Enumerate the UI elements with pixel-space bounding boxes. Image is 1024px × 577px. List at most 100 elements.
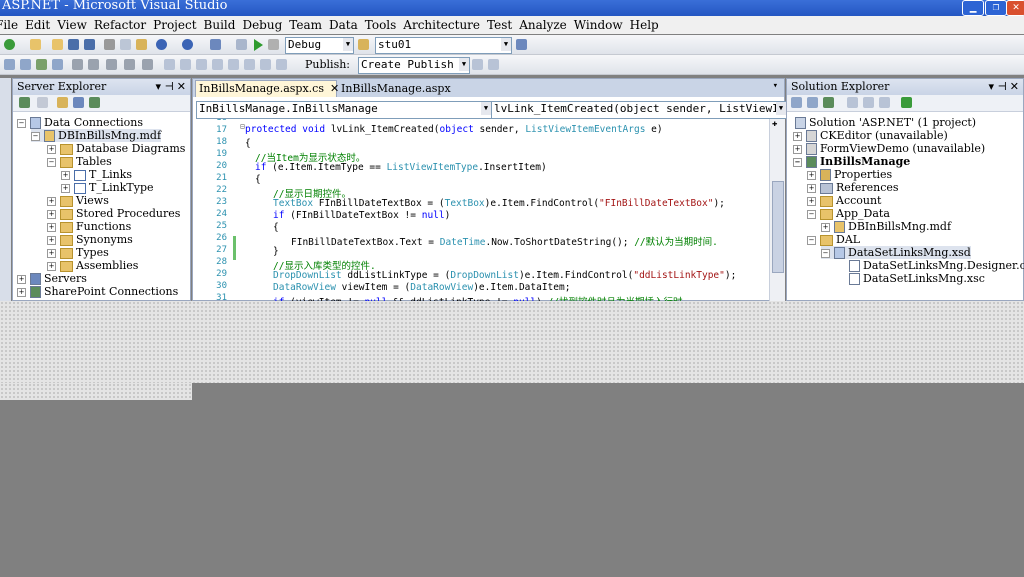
- tree-node[interactable]: − App_Data: [807, 207, 890, 220]
- outdent-icon[interactable]: [88, 59, 99, 70]
- collapse-icon[interactable]: −: [793, 157, 802, 167]
- menu-architecture[interactable]: Architecture: [403, 18, 480, 32]
- tab-dropdown-icon[interactable]: ▾: [773, 81, 778, 91]
- menu-refactor[interactable]: Refactor: [94, 18, 146, 32]
- undo-icon[interactable]: [156, 39, 167, 50]
- menu-build[interactable]: Build: [204, 18, 236, 32]
- copy-icon[interactable]: [120, 39, 131, 50]
- sharepoint-icon[interactable]: [89, 97, 100, 108]
- menu-test[interactable]: Test: [487, 18, 512, 32]
- find-combo[interactable]: stu01 ▼: [375, 37, 512, 54]
- pin-icon[interactable]: ▾ ⊣: [989, 79, 1007, 95]
- publish-settings-icon[interactable]: [488, 59, 499, 70]
- class-select[interactable]: InBillsManage.InBillsManage ▼: [196, 101, 492, 119]
- expand-icon[interactable]: +: [17, 287, 26, 297]
- expand-icon[interactable]: +: [17, 274, 26, 284]
- menu-view[interactable]: View: [57, 18, 87, 32]
- cut-icon[interactable]: [104, 39, 115, 50]
- tab-inbillsmanage-cs[interactable]: InBillsManage.aspx.cs ✕: [195, 80, 339, 97]
- tab-inbillsmanage-aspx[interactable]: InBillsManage.aspx: [341, 81, 451, 97]
- close-button[interactable]: ✕: [1006, 0, 1024, 16]
- expand-icon[interactable]: +: [793, 131, 802, 141]
- scrollbar-thumb[interactable]: [772, 181, 784, 273]
- expand-icon[interactable]: +: [807, 196, 816, 206]
- expand-icon[interactable]: +: [807, 183, 816, 193]
- tree-node[interactable]: − Data Connections: [17, 116, 143, 129]
- tree-node[interactable]: + Stored Procedures: [47, 207, 180, 220]
- clear-bookmarks-icon[interactable]: [228, 59, 239, 70]
- comment-icon[interactable]: [106, 59, 117, 70]
- expand-icon[interactable]: +: [47, 196, 56, 206]
- view-designer-icon[interactable]: [863, 97, 874, 108]
- member-select[interactable]: lvLink_ItemCreated(object sender, ListVi…: [491, 101, 787, 119]
- menu-team[interactable]: Team: [289, 18, 322, 32]
- format3-icon[interactable]: [36, 59, 47, 70]
- tree-node[interactable]: + SharePoint Connections: [17, 285, 178, 298]
- menu-file[interactable]: File: [0, 18, 18, 32]
- solution-explorer-icon[interactable]: [516, 39, 527, 50]
- tree-node[interactable]: DataSetLinksMng.xsc: [849, 272, 985, 285]
- tree-node[interactable]: + Account: [807, 194, 881, 207]
- uncomment-icon[interactable]: [124, 59, 135, 70]
- view-class-diagram-icon[interactable]: [879, 97, 890, 108]
- tree-node[interactable]: + Properties: [807, 168, 892, 181]
- collapse-icon[interactable]: −: [807, 235, 816, 245]
- navigate-forward-icon[interactable]: [236, 39, 247, 50]
- view-code-icon[interactable]: [847, 97, 858, 108]
- redo-icon[interactable]: [182, 39, 193, 50]
- indent-icon[interactable]: [72, 59, 83, 70]
- format4-icon[interactable]: [52, 59, 63, 70]
- expand-icon[interactable]: +: [47, 248, 56, 258]
- tree-node[interactable]: + Synonyms: [47, 233, 133, 246]
- publish-icon[interactable]: [472, 59, 483, 70]
- menu-analyze[interactable]: Analyze: [519, 18, 567, 32]
- find-in-files-icon[interactable]: [358, 39, 369, 50]
- tree-node[interactable]: + Types: [47, 246, 109, 259]
- tree-node[interactable]: − Tables: [47, 155, 112, 168]
- bookmark-icon[interactable]: [142, 59, 153, 70]
- tree-node[interactable]: + FormViewDemo (unavailable): [793, 142, 985, 155]
- code-area[interactable]: 16171819202122232425262728293031 ⊟ prote…: [193, 119, 768, 301]
- save-icon[interactable]: [68, 39, 79, 50]
- expand-icon[interactable]: +: [61, 183, 70, 193]
- menu-data[interactable]: Data: [329, 18, 358, 32]
- format-icon[interactable]: [4, 59, 15, 70]
- refresh-icon[interactable]: [19, 97, 30, 108]
- properties-icon[interactable]: [791, 97, 802, 108]
- copy-website-icon[interactable]: [901, 97, 912, 108]
- bookmark-window-icon[interactable]: [244, 59, 255, 70]
- collapse-icon[interactable]: −: [807, 209, 816, 219]
- expand-icon[interactable]: +: [793, 144, 802, 154]
- tree-node[interactable]: + Servers: [17, 272, 87, 285]
- tree-node[interactable]: + Functions: [47, 220, 131, 233]
- refresh-icon[interactable]: [823, 97, 834, 108]
- connect-server-icon[interactable]: [73, 97, 84, 108]
- new-project-icon[interactable]: [4, 39, 15, 50]
- menu-debug[interactable]: Debug: [242, 18, 282, 32]
- menu-tools[interactable]: Tools: [365, 18, 397, 32]
- start-debugging-icon[interactable]: [254, 39, 263, 51]
- tree-node[interactable]: − DAL: [807, 233, 860, 246]
- tree-node[interactable]: + T_Links: [61, 168, 132, 181]
- open-file-icon[interactable]: [52, 39, 63, 50]
- toolbox-strip[interactable]: [0, 78, 11, 301]
- tree-node[interactable]: + CKEditor (unavailable): [793, 129, 948, 142]
- tree-node[interactable]: − DBInBillsMng.mdf: [31, 129, 162, 142]
- prev-bookmark-icon[interactable]: [180, 59, 191, 70]
- next-bookmark-icon[interactable]: [196, 59, 207, 70]
- bookmark-prev-doc-icon[interactable]: [276, 59, 287, 70]
- collapse-icon[interactable]: −: [31, 131, 40, 141]
- collapse-icon[interactable]: −: [47, 157, 56, 167]
- expand-icon[interactable]: +: [61, 170, 70, 180]
- tree-node[interactable]: + Assemblies: [47, 259, 138, 272]
- expand-icon[interactable]: +: [47, 235, 56, 245]
- tree-node[interactable]: + Database Diagrams: [47, 142, 185, 155]
- tree-node[interactable]: + T_LinkType: [61, 181, 154, 194]
- menu-project[interactable]: Project: [153, 18, 196, 32]
- minimize-button[interactable]: ▁: [962, 0, 984, 16]
- add-item-icon[interactable]: [30, 39, 41, 50]
- collapse-icon[interactable]: −: [821, 248, 830, 258]
- menu-edit[interactable]: Edit: [25, 18, 50, 32]
- bookmark-next-doc-icon[interactable]: [260, 59, 271, 70]
- expand-icon[interactable]: +: [821, 222, 830, 232]
